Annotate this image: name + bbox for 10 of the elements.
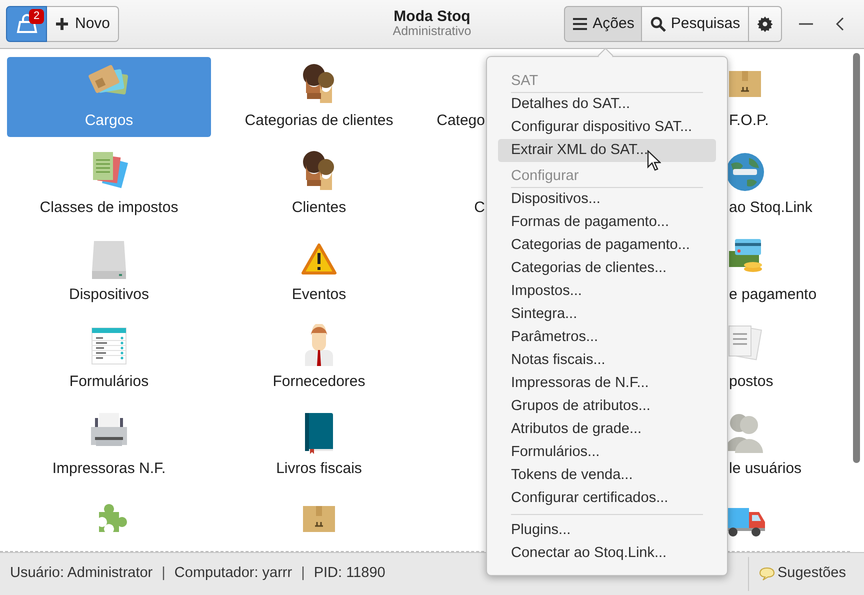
- status-separator: |: [301, 564, 305, 584]
- status-text: Computador: yarrr: [174, 564, 292, 584]
- notification-badge: 2: [29, 9, 44, 24]
- menu-section-header: SAT: [510, 72, 540, 91]
- status-separator: |: [162, 564, 166, 584]
- menu-section-header: Configurar: [510, 167, 580, 186]
- window-title: Moda Stoq: [394, 9, 470, 24]
- window-subtitle: Administrativo: [392, 24, 472, 39]
- status-text: PID: 11890: [314, 564, 386, 584]
- status-text: Usuário: Administrator: [10, 564, 153, 584]
